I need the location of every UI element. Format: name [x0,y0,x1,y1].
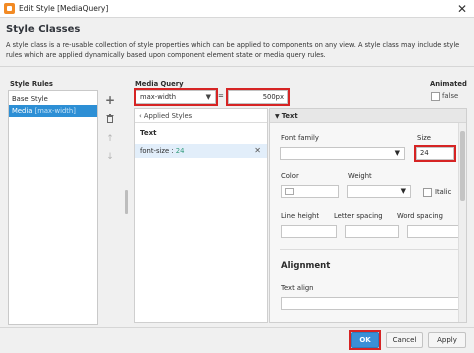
header-divider [0,66,474,67]
media-query-label: Media Query [135,80,184,88]
rule-item-sub: [max-width] [34,107,76,115]
word-spacing-label: Word spacing [397,212,443,220]
text-align-select[interactable] [281,297,461,310]
collapse-triangle-icon: ▼ [275,113,282,120]
color-swatch [285,188,294,195]
line-height-label: Line height [281,212,319,220]
applied-styles-title: Applied Styles [143,112,193,120]
page-title: Style Classes [6,24,81,35]
scrollbar-thumb[interactable] [460,131,465,201]
apply-button[interactable]: Apply [428,332,466,348]
applied-style-row[interactable]: font-size : 24 ✕ [135,144,267,158]
ok-button[interactable]: OK [351,332,379,348]
applied-prop: font-size [140,147,170,155]
rule-item-media[interactable]: Media [max-width] [9,105,97,117]
alignment-title: Alignment [281,261,331,271]
letter-spacing-input[interactable] [345,225,399,238]
italic-label: Italic [435,188,452,196]
arrow-up-icon[interactable]: ↑ [104,133,116,145]
font-family-select[interactable]: ▼ [280,147,405,160]
style-rules-list: Base Style Media [max-width] [8,90,98,325]
title-bar: Edit Style [MediaQuery] ✕ [0,0,474,18]
media-query-operator: = [218,92,224,100]
weight-label: Weight [348,172,372,180]
properties-scrollbar[interactable] [458,123,466,322]
page-description: A style class is a re-usable collection … [6,41,460,59]
window-title: Edit Style [MediaQuery] [19,4,109,13]
applied-value: 24 [175,147,185,155]
section-divider [280,249,460,250]
chevron-down-icon: ▼ [400,187,406,195]
text-align-label: Text align [281,284,314,292]
animated-value: false [442,92,459,100]
animated-label: Animated [430,80,467,88]
footer-divider [0,327,474,328]
text-section-title: Text [281,112,298,120]
panel-resize-handle[interactable] [125,190,128,214]
rule-item-base-style[interactable]: Base Style [9,93,97,105]
arrow-down-icon[interactable]: ↓ [104,151,116,163]
text-section-header[interactable]: ▼ Text [270,109,466,123]
animated-checkbox[interactable] [431,92,440,101]
letter-spacing-label: Letter spacing [334,212,383,220]
close-icon[interactable]: ✕ [455,2,469,16]
size-label: Size [417,134,431,142]
applied-category: Text [140,129,157,137]
style-rules-label: Style Rules [10,80,53,88]
italic-checkbox[interactable] [423,188,432,197]
line-height-input[interactable] [281,225,337,238]
remove-icon[interactable]: ✕ [254,144,261,158]
properties-panel: ▼ Text Font family ▼ Size 24 Color Weigh… [269,108,467,323]
rule-item-label: Media [12,107,33,115]
font-family-label: Font family [281,134,319,142]
media-query-type-value: max-width [140,93,176,101]
applied-styles-panel: ‹ Applied Styles Text font-size : 24 ✕ [134,108,268,323]
weight-select[interactable]: ▼ [347,185,411,198]
size-input[interactable]: 24 [416,147,454,160]
add-icon[interactable]: + [104,94,116,106]
media-query-type-select[interactable]: max-width ▼ [135,90,216,104]
chevron-down-icon: ▼ [394,149,400,157]
media-query-value-input[interactable]: 500px [228,90,288,104]
app-icon [4,3,15,14]
applied-styles-header[interactable]: ‹ Applied Styles [135,109,267,123]
cancel-button[interactable]: Cancel [386,332,423,348]
rule-item-label: Base Style [12,95,48,103]
chevron-left-icon: ‹ [139,112,142,120]
color-label: Color [281,172,299,180]
word-spacing-input[interactable] [407,225,459,238]
chevron-down-icon: ▼ [205,93,211,101]
color-picker[interactable] [281,185,339,198]
trash-icon[interactable] [104,114,116,126]
